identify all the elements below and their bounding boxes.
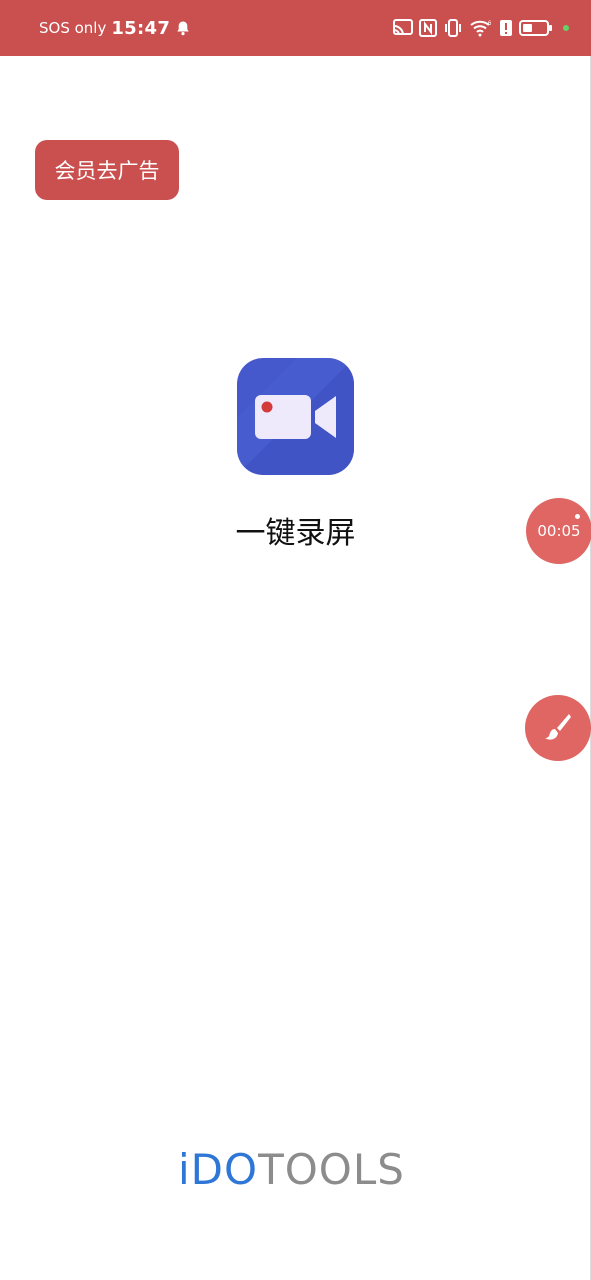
vip-remove-ads-button[interactable]: 会员去广告	[35, 140, 179, 200]
app-title: 一键录屏	[235, 516, 356, 551]
recording-timer-button[interactable]: 00:05	[526, 498, 591, 564]
bell-icon	[175, 20, 191, 36]
timer-indicator-dot	[575, 514, 580, 519]
status-right: 6	[393, 0, 569, 56]
vibrate-icon	[443, 19, 463, 37]
cast-icon	[393, 19, 413, 37]
brush-button[interactable]	[525, 695, 591, 761]
status-left: SOS only 15:47	[39, 0, 191, 56]
battery-icon	[519, 19, 553, 37]
logo-part-tools: TOOLS	[258, 1145, 405, 1194]
status-bar: SOS only 15:47 6	[0, 0, 591, 56]
alert-icon	[499, 19, 513, 37]
indicator-dot	[563, 25, 569, 31]
nfc-icon	[419, 19, 437, 37]
idotools-logo: iDOTOOLS	[178, 1146, 414, 1194]
carrier-text: SOS only	[39, 19, 107, 37]
timer-text: 00:05	[537, 522, 581, 540]
svg-text:6: 6	[488, 21, 492, 27]
brush-icon	[543, 711, 573, 745]
clock-text: 15:47	[111, 17, 171, 39]
video-camera-icon	[237, 358, 354, 475]
logo-part-ido: iDO	[178, 1145, 259, 1194]
wifi-icon: 6	[469, 19, 493, 37]
